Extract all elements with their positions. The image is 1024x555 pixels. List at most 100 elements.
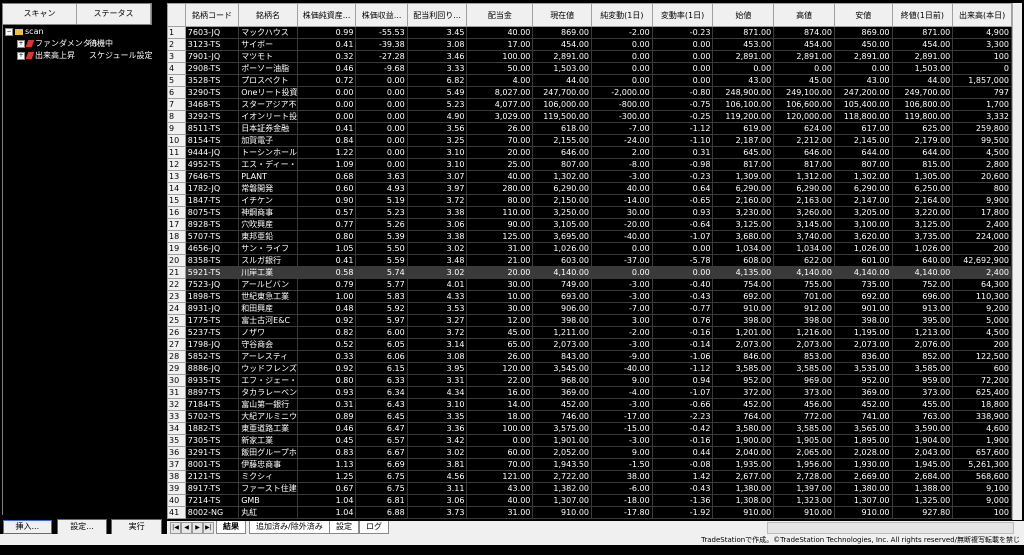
table-row[interactable]: 22 7523-JQ アールビバン 0.79 5.77 4.01 30.00 749.00 -3… xyxy=(167,278,1012,291)
table-row[interactable]: 2 3123-TS サイボー 0.41 -39.38 3.08 17.00 454.00 0.0… xyxy=(167,38,1012,51)
expand-icon[interactable]: + xyxy=(17,51,25,60)
table-row[interactable]: 27 1798-JQ 守谷商会 0.52 6.05 3.14 65.00 2,073.00 -3… xyxy=(167,338,1012,351)
row-number: 27 xyxy=(167,338,186,351)
column-header-scan[interactable]: スキャン xyxy=(3,4,77,24)
cell-yield: 3.38 xyxy=(406,230,468,243)
cell-low: 869.00 xyxy=(833,26,893,39)
table-row[interactable]: 15 1847-TS イチケン 0.90 5.19 3.72 80.00 2,150.00 -1… xyxy=(167,194,1012,207)
cell-dividend: 65.00 xyxy=(466,338,534,351)
table-row[interactable]: 38 2121-TS ミクシィ 1.25 6.75 4.56 121.00 2,722.00 3… xyxy=(167,470,1012,483)
tab-added-excluded[interactable]: 追加済み/除外済み xyxy=(249,521,330,534)
cell-pbr: 0.68 xyxy=(296,170,357,183)
table-row[interactable]: 1 7603-JQ マックハウス 0.99 -55.53 3.45 40.00 869.00-… xyxy=(167,26,1012,39)
column-header-pbr[interactable]: 株価純資産... xyxy=(296,3,357,27)
cell-dividend: 125.00 xyxy=(466,230,534,243)
cell-prev-close: 3,220.00 xyxy=(891,206,954,219)
tab-settings[interactable]: 設定 xyxy=(329,521,359,534)
table-row[interactable]: 3 7901-JQ マツモト 0.32 -27.28 3.46 100.00 2,891.00… xyxy=(167,50,1012,63)
settings-button[interactable]: 設定... xyxy=(56,519,108,535)
column-header-pct-change[interactable]: 変動率(1日) xyxy=(651,3,714,27)
table-row[interactable]: 20 8358-TS スルガ銀行 0.41 5.59 3.48 21.00 603.00 -37… xyxy=(167,254,1012,267)
tree-root[interactable]: − scan xyxy=(5,26,44,37)
table-row[interactable]: 119444-JQトーシンホールデ1.220.003.1020.00646.00… xyxy=(167,146,1012,159)
table-row[interactable]: 9 8511-TS 日本証券金融 0.41 0.00 3.56 26.00 618.00 -7.… xyxy=(167,122,1012,135)
prev-tab-icon[interactable]: ◀ xyxy=(181,522,192,534)
column-header-symbol[interactable]: 銘柄コード xyxy=(184,3,240,27)
first-tab-icon[interactable]: |◀ xyxy=(170,522,181,534)
table-row[interactable]: 25 1775-TS 富士古河E&C 0.92 5.97 3.27 12.00 398.00 3… xyxy=(167,314,1012,327)
table-row[interactable]: 37 8001-TS 伊藤忠商事 1.13 6.69 3.81 70.00 1,943.50-… xyxy=(167,458,1012,471)
column-header-per[interactable]: 株価収益... xyxy=(355,3,408,27)
run-button[interactable]: 実行 xyxy=(111,519,163,535)
table-row[interactable]: 16 8075-TS 神鋼商事 0.57 5.23 3.38 110.00 3,250.00 3… xyxy=(167,206,1012,219)
horizontal-scrollbar[interactable] xyxy=(767,522,1014,534)
table-row[interactable]: 19 4656-JQ サン・ライフ 1.05 5.50 3.02 31.00 1,026.00… xyxy=(167,242,1012,255)
table-row[interactable]: 31 8897-TS タカラレーベン 0.93 6.34 4.34 16.00 369.00-… xyxy=(167,386,1012,399)
cell-pct-change: -0.98 xyxy=(651,158,714,171)
table-row[interactable]: 41 8002-NG 丸紅 1.04 6.88 3.73 31.00 910.00 -17.80… xyxy=(167,506,1012,519)
cell-pbr: 0.72 xyxy=(296,74,357,87)
column-header-high[interactable]: 高値 xyxy=(773,3,835,27)
table-row[interactable]: 308935-TSエフ・ジェー・ネク0.806.333.3122.00968.0… xyxy=(167,374,1012,387)
cell-last: 3,105.00 xyxy=(532,218,592,231)
column-header-open[interactable]: 始値 xyxy=(712,3,775,27)
table-row[interactable]: 34 1882-TS 東亜道路工業 0.46 6.47 3.36 100.00 3,575.0… xyxy=(167,422,1012,435)
cell-volume: 17,800 xyxy=(952,206,1012,219)
collapse-icon[interactable]: − xyxy=(5,27,13,36)
table-row[interactable]: 10 8154-TS 加賀電子 0.84 0.00 3.25 70.00 2,155.00 -2… xyxy=(167,134,1012,147)
table-row[interactable]: 14 1782-JQ 常磐開発 0.60 4.93 3.97 280.00 6,290.00 4… xyxy=(167,182,1012,195)
cell-open: 3,125.00 xyxy=(712,218,775,231)
column-header-last[interactable]: 現在値 xyxy=(532,3,592,27)
column-header-status[interactable]: ステータス xyxy=(77,4,151,24)
insert-button[interactable]: 挿入... xyxy=(2,519,53,535)
table-row[interactable]: 39 8917-TS ファースト住建 0.67 6.75 3.11 43.00 1,382.0… xyxy=(167,482,1012,495)
table-row[interactable]: 21 5921-TS 川岸工業 0.58 5.74 3.02 20.00 4,140.00 0.… xyxy=(167,266,1012,279)
vertical-scrollbar[interactable] xyxy=(1012,3,1022,520)
table-row[interactable]: 6 3290-TS Oneリート投資 0.00 0.00 5.49 8,027.00 247,… xyxy=(167,86,1012,99)
cell-symbol: 5237-TS xyxy=(184,326,240,339)
cell-symbol: 8511-TS xyxy=(184,122,240,135)
column-header-volume[interactable]: 出来高(本日) xyxy=(952,3,1012,27)
tree-item-fundamental[interactable]: + ファンダメンタル 待機中 xyxy=(17,38,153,49)
column-header-yield[interactable]: 配当利回り... xyxy=(406,3,468,27)
column-header-name[interactable]: 銘柄名 xyxy=(238,3,298,27)
table-row[interactable]: 32 7184-TS 富山第一銀行 0.31 6.43 3.10 14.00 452.00 -3… xyxy=(167,398,1012,411)
table-row[interactable]: 26 5237-TS ノザワ 0.82 6.00 3.72 45.00 1,211.00 -2.… xyxy=(167,326,1012,339)
table-row[interactable]: 124952-TSエス・ディー・エス1.090.003.1025.00807.0… xyxy=(167,158,1012,171)
table-row[interactable]: 23 1898-TS 世紀東急工業 1.00 5.83 4.33 10.00 693.00 -3… xyxy=(167,290,1012,303)
table-row[interactable]: 73468-TSスターアジア不動0.000.005.234,077.00106,… xyxy=(167,98,1012,111)
column-header-net-change[interactable]: 純変動(1日) xyxy=(591,3,653,27)
table-row[interactable]: 28 5852-TS アーレスティ 0.33 6.06 3.08 26.00 843.00 -9… xyxy=(167,350,1012,363)
cell-dividend: 30.00 xyxy=(466,302,534,315)
table-row[interactable]: 24 8931-JQ 和田興産 0.48 5.92 3.53 30.00 906.00 -7.0… xyxy=(167,302,1012,315)
table-row[interactable]: 4 2908-TS ポーソー油脂 0.46 -9.68 3.33 50.00 1,503.00… xyxy=(167,62,1012,75)
table-row[interactable]: 35 7305-TS 新家工業 0.45 6.57 3.42 0.00 1,901.00 -3.… xyxy=(167,434,1012,447)
tree-item-volume-rise[interactable]: + 出来高上昇 スケジュール設定 xyxy=(17,50,153,61)
next-tab-icon[interactable]: ▶ xyxy=(192,522,203,534)
table-row[interactable]: 29 8886-JQ ウッドフレンズ 0.92 6.15 3.95 120.00 3,545.… xyxy=(167,362,1012,375)
table-row[interactable]: 36 3291-TS 飯田グループホ 0.83 6.67 3.02 60.00 2,052.0… xyxy=(167,446,1012,459)
column-header-prev-close[interactable]: 終値(1日前) xyxy=(891,3,954,27)
table-row[interactable]: 18 5707-TS 東邦亜鉛 0.80 5.39 3.38 125.00 3,695.00-… xyxy=(167,230,1012,243)
cell-net-change: -24.00 xyxy=(591,134,653,147)
tab-results[interactable]: 結果 xyxy=(216,521,246,534)
column-header-dividend[interactable]: 配当金 xyxy=(466,3,534,27)
tab-log[interactable]: ログ xyxy=(359,521,389,534)
cell-pbr: 1.05 xyxy=(296,242,357,255)
expand-icon[interactable]: + xyxy=(17,39,25,48)
table-row[interactable]: 83292-TSイオンリート投資0.000.004.903,029.00119,… xyxy=(167,110,1012,123)
table-row[interactable]: 335702-TS大紀アルミニウム0.896.453.3518.00746.00… xyxy=(167,410,1012,423)
cell-prev-close: 1,213.00 xyxy=(891,326,954,339)
column-header-low[interactable]: 安値 xyxy=(833,3,893,27)
last-tab-icon[interactable]: ▶| xyxy=(203,522,214,534)
cell-volume: 5,261,300 xyxy=(952,458,1012,471)
table-row[interactable]: 5 3528-TS プロスペクト 0.72 0.00 6.82 4.00 44.00 0.00 0… xyxy=(167,74,1012,87)
table-row[interactable]: 40 7214-TS GMB 1.04 6.81 3.06 40.00 1,307.00 -18… xyxy=(167,494,1012,507)
table-row[interactable]: 17 8928-TS 穴吹興産 0.77 5.26 3.06 90.00 3,105.00 -2… xyxy=(167,218,1012,231)
cell-pbr: 1.13 xyxy=(296,458,357,471)
cell-low: 741.00 xyxy=(833,410,893,423)
cell-prev-close: 2,179.00 xyxy=(891,134,954,147)
cell-pct-change: -0.14 xyxy=(651,338,714,351)
table-row[interactable]: 13 7646-TS PLANT 0.68 3.63 3.07 40.00 1,302.00-… xyxy=(167,170,1012,183)
pencil-icon xyxy=(25,40,35,47)
